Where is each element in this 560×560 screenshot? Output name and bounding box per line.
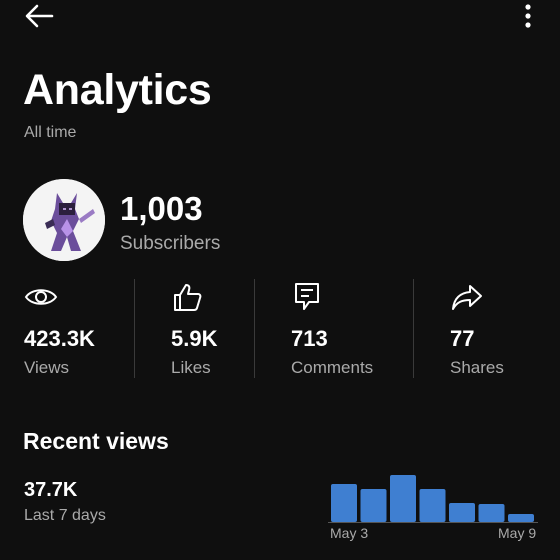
shares-value: 77 [450, 326, 475, 351]
chart-bar-may-5 [390, 475, 416, 522]
chart-bar-may-9 [508, 514, 534, 522]
more-vertical-icon[interactable] [518, 2, 538, 30]
chart-bar-may-8 [478, 504, 505, 522]
divider [254, 279, 255, 378]
chart-bar-may-7 [449, 503, 475, 522]
chart-bar-may-3 [331, 484, 357, 522]
divider [134, 279, 135, 378]
subscriber-count: 1,003 [120, 190, 203, 227]
recent-views-period: Last 7 days [24, 507, 106, 524]
share-icon [452, 285, 482, 310]
comments-label: Comments [291, 358, 374, 377]
likes-value: 5.9K [171, 326, 218, 351]
page-title: Analytics [23, 66, 212, 114]
avatar[interactable] [23, 179, 105, 261]
thumbs-up-icon [174, 284, 202, 311]
back-arrow-icon[interactable] [24, 2, 54, 30]
eye-icon [24, 289, 58, 305]
divider [413, 279, 414, 378]
chart-bar-may-4 [360, 489, 387, 522]
likes-label: Likes [171, 358, 211, 377]
time-range-label: All time [24, 124, 77, 141]
recent-views-title: Recent views [23, 428, 169, 454]
views-label: Views [24, 358, 70, 377]
recent-views-value: 37.7K [24, 479, 78, 501]
comment-icon [295, 283, 319, 310]
views-value: 423.3K [24, 326, 95, 351]
comments-value: 713 [291, 326, 328, 351]
subscriber-label: Subscribers [120, 233, 221, 254]
chart-bar-may-6 [419, 489, 446, 522]
avatar-image [23, 179, 105, 261]
x-tick-start: May 3 [330, 525, 369, 541]
shares-label: Shares [450, 358, 504, 377]
x-tick-end: May 9 [498, 525, 537, 541]
